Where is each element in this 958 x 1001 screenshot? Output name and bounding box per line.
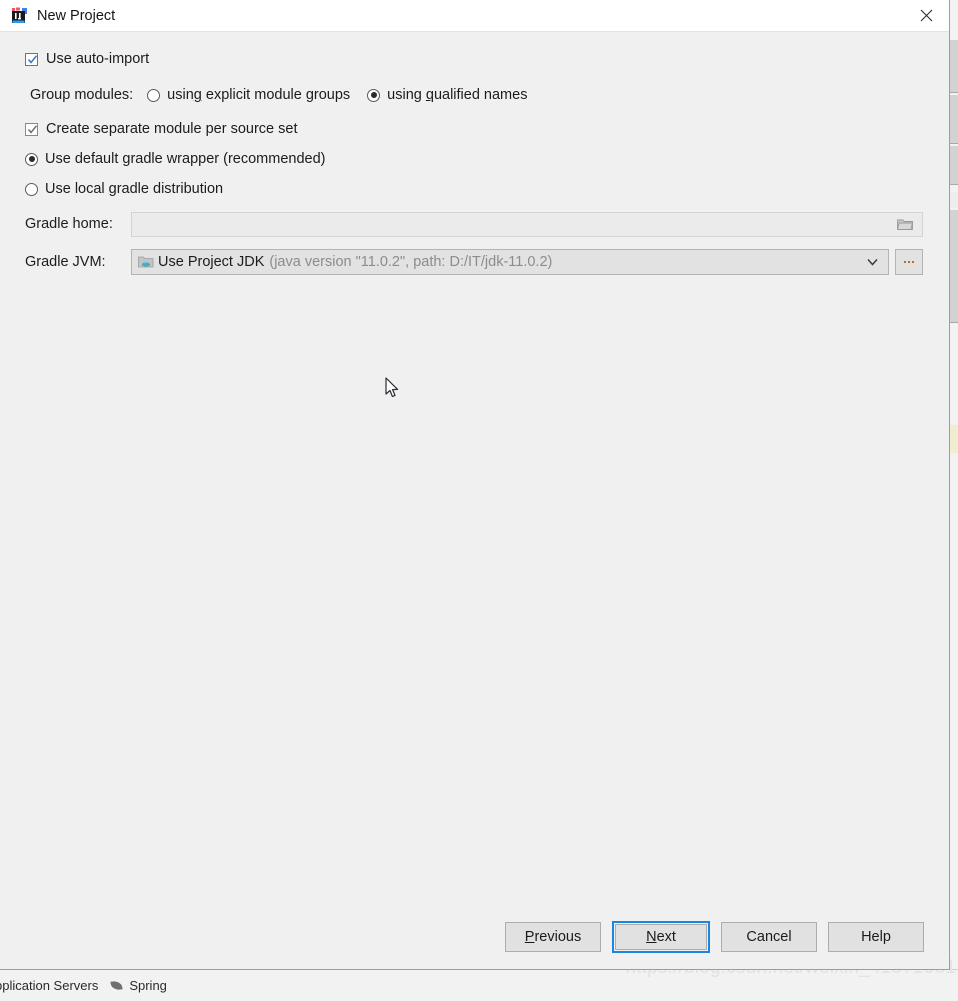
leaf-icon xyxy=(110,979,123,992)
status-item-application-servers[interactable]: pplication Servers xyxy=(0,978,110,993)
ellipsis-icon-dot-3 xyxy=(912,261,914,263)
radio-use-default-gradle-wrapper-label: Use default gradle wrapper (recommended) xyxy=(45,151,326,167)
status-label-application-servers: pplication Servers xyxy=(0,978,99,993)
radio-using-explicit-module-groups[interactable]: using explicit module groups xyxy=(147,87,350,103)
radio-using-qualified-names[interactable]: using qualified names xyxy=(367,87,527,103)
gradle-jvm-label: Gradle JVM: xyxy=(25,254,106,270)
check-icon xyxy=(27,124,38,134)
radio-use-local-gradle-distribution-label: Use local gradle distribution xyxy=(45,181,224,197)
gradle-home-label: Gradle home: xyxy=(25,216,113,232)
checkbox-use-auto-import-box xyxy=(25,52,38,66)
jdk-folder-icon xyxy=(138,255,154,269)
group-modules-label: Group modules: xyxy=(30,87,134,103)
gradle-jvm-value: Use Project JDK xyxy=(158,254,265,270)
radio-use-local-gradle-distribution-dot xyxy=(25,182,38,196)
gradle-jvm-value-detail: (java version "11.0.2", path: D:/IT/jdk-… xyxy=(269,254,553,270)
dialog-titlebar: New Project xyxy=(0,0,949,32)
checkbox-use-auto-import[interactable]: Use auto-import xyxy=(0,46,949,71)
status-item-spring[interactable]: Spring xyxy=(110,978,179,993)
gradle-jvm-combobox[interactable]: Use Project JDK (java version "11.0.2", … xyxy=(131,249,889,275)
next-button[interactable]: Next xyxy=(615,924,707,950)
cancel-button[interactable]: Cancel xyxy=(721,922,817,952)
cancel-button-label: Cancel xyxy=(746,929,792,945)
gradle-home-row: Gradle home: xyxy=(0,209,949,239)
check-icon xyxy=(27,54,38,64)
gradle-home-input[interactable] xyxy=(131,211,923,237)
help-button-label: Help xyxy=(861,929,891,945)
radio-using-qualified-names-label: using qualified names xyxy=(387,87,528,103)
radio-using-qualified-names-dot xyxy=(367,88,381,102)
status-label-spring: Spring xyxy=(129,978,167,993)
previous-button[interactable]: Previous xyxy=(505,922,601,952)
gradle-jvm-browse-button[interactable] xyxy=(895,249,923,275)
radio-using-explicit-module-groups-dot xyxy=(147,88,161,102)
dialog-footer: Previous Next Cancel Help xyxy=(0,905,949,969)
dialog-body: Use auto-import Group modules: using exp… xyxy=(0,32,949,905)
radio-use-default-gradle-wrapper-dot xyxy=(25,152,38,166)
checkbox-create-separate-module-per-source-set[interactable]: Create separate module per source set xyxy=(0,117,949,141)
checkbox-create-separate-module-box xyxy=(25,122,38,136)
new-project-dialog: New Project Use auto-import Group module… xyxy=(0,0,950,970)
previous-button-label: Previous xyxy=(524,929,582,945)
arrow-cursor xyxy=(385,377,399,398)
radio-using-explicit-module-groups-label: using explicit module groups xyxy=(167,87,351,103)
group-modules-row: Group modules: using explicit module gro… xyxy=(0,81,949,109)
ellipsis-icon-dot-1 xyxy=(904,261,906,263)
ellipsis-icon-dot-2 xyxy=(908,261,910,263)
intellij-idea-icon xyxy=(11,7,28,24)
checkbox-create-separate-module-label: Create separate module per source set xyxy=(46,121,298,137)
next-button-focus-ring: Next xyxy=(612,921,710,953)
dialog-title: New Project xyxy=(37,7,116,24)
chevron-down-icon[interactable] xyxy=(867,258,878,266)
help-button[interactable]: Help xyxy=(828,922,924,952)
gradle-jvm-row: Gradle JVM: Use Project JDK (java versio… xyxy=(0,247,949,277)
radio-use-default-gradle-wrapper[interactable]: Use default gradle wrapper (recommended) xyxy=(0,147,949,171)
radio-use-local-gradle-distribution[interactable]: Use local gradle distribution xyxy=(0,177,949,201)
close-icon[interactable] xyxy=(903,0,949,31)
checkbox-use-auto-import-label: Use auto-import xyxy=(46,51,150,67)
folder-icon[interactable] xyxy=(897,218,913,231)
